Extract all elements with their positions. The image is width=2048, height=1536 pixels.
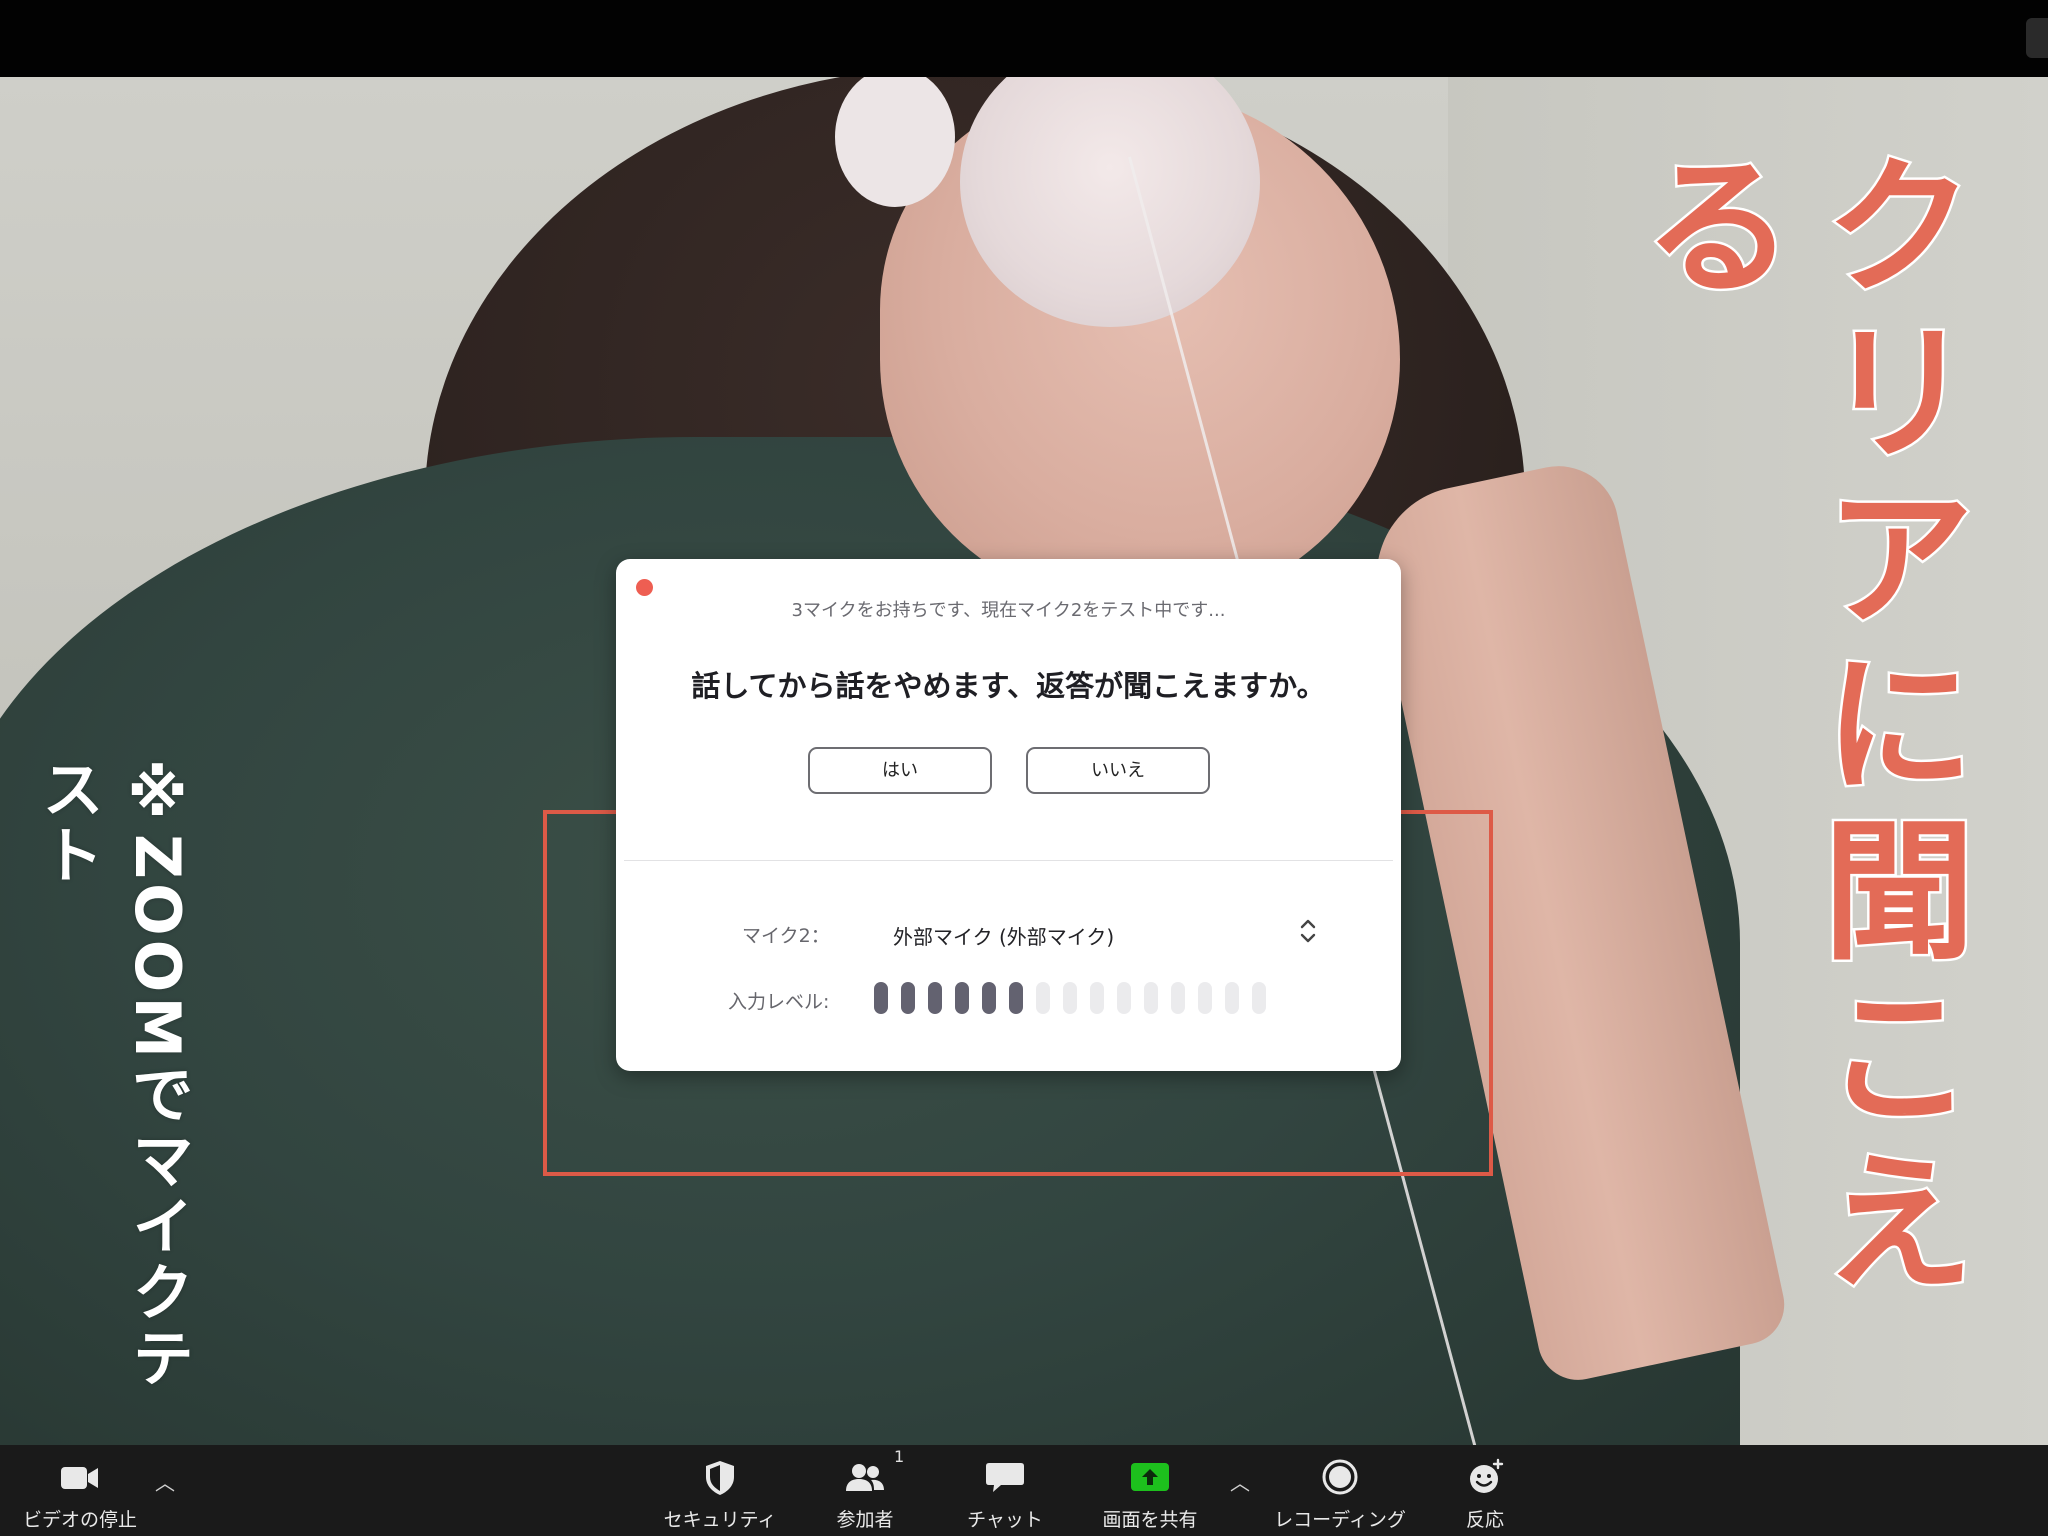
share-screen-label: 画面を共有 [1102, 1509, 1198, 1531]
chevron-up-icon[interactable]: ︿ [155, 1467, 175, 1496]
caption-right: クリアに聞こえる [1615, 145, 1977, 1312]
participants-icon [846, 1464, 884, 1491]
yes-button[interactable]: はい [808, 747, 992, 794]
level-segment [1009, 982, 1023, 1014]
stop-video-button[interactable]: ビデオの停止 [10, 1445, 150, 1536]
stop-video-label: ビデオの停止 [22, 1509, 137, 1531]
level-segment [928, 982, 942, 1014]
chat-button[interactable]: チャット [945, 1445, 1065, 1536]
window-top-bar [0, 0, 2048, 77]
level-segment [1198, 982, 1212, 1014]
level-segment [982, 982, 996, 1014]
security-label: セキュリティ [663, 1509, 777, 1531]
level-segment [1117, 982, 1131, 1014]
level-segment [1036, 982, 1050, 1014]
reaction-icon [1470, 1458, 1504, 1493]
input-level-meter [874, 982, 1266, 1014]
window-corner-control[interactable] [2026, 18, 2048, 58]
participants-button[interactable]: 1 参加者 [810, 1445, 920, 1536]
level-segment [1171, 982, 1185, 1014]
reactions-label: 反応 [1465, 1509, 1504, 1531]
stepper-icon[interactable] [1297, 916, 1319, 946]
level-segment [1144, 982, 1158, 1014]
level-segment [1090, 982, 1104, 1014]
security-button[interactable]: セキュリティ [650, 1445, 790, 1536]
dialog-subtitle: 3マイクをお持ちです、現在マイク2をテスト中です... [791, 600, 1226, 621]
divider [624, 860, 1393, 861]
share-screen-icon [1131, 1463, 1169, 1491]
video-camera-icon [61, 1467, 98, 1489]
level-segment [874, 982, 888, 1014]
record-button[interactable]: レコーディング [1260, 1445, 1420, 1536]
participants-label: 参加者 [836, 1509, 894, 1531]
participants-count: 1 [894, 1447, 905, 1466]
reactions-button[interactable]: 反応 [1440, 1445, 1530, 1536]
mic-label: マイク2： [742, 925, 830, 947]
level-segment [1225, 982, 1239, 1014]
chevron-up-icon[interactable]: ︿ [1230, 1467, 1250, 1496]
security-shield-icon [706, 1461, 734, 1495]
mic-select[interactable]: 外部マイク (外部マイク) [893, 921, 1114, 950]
mic-test-dialog: 3マイクをお持ちです、現在マイク2をテスト中です... 話してから話をやめます、… [616, 559, 1401, 1071]
level-segment [901, 982, 915, 1014]
dialog-question: 話してから話をやめます、返答が聞こえますか。 [691, 669, 1326, 703]
no-button[interactable]: いいえ [1026, 747, 1210, 794]
chat-label: チャット [967, 1509, 1043, 1531]
level-segment [1063, 982, 1077, 1014]
close-dot-icon[interactable] [636, 579, 653, 596]
record-icon [1322, 1459, 1358, 1495]
caption-left: ※ZOOMでマイクテスト [31, 757, 194, 1393]
chat-bubble-icon [986, 1463, 1024, 1492]
level-segment [955, 982, 969, 1014]
input-level-label: 入力レベル: [728, 991, 830, 1013]
record-label: レコーディング [1274, 1509, 1406, 1531]
level-segment [1252, 982, 1266, 1014]
meeting-toolbar: ビデオの停止 ︿ セキュリティ 1 参加者 チャット 画面を共有 ︿ レコーディ… [0, 1445, 2048, 1536]
share-screen-button[interactable]: 画面を共有 [1090, 1445, 1210, 1536]
